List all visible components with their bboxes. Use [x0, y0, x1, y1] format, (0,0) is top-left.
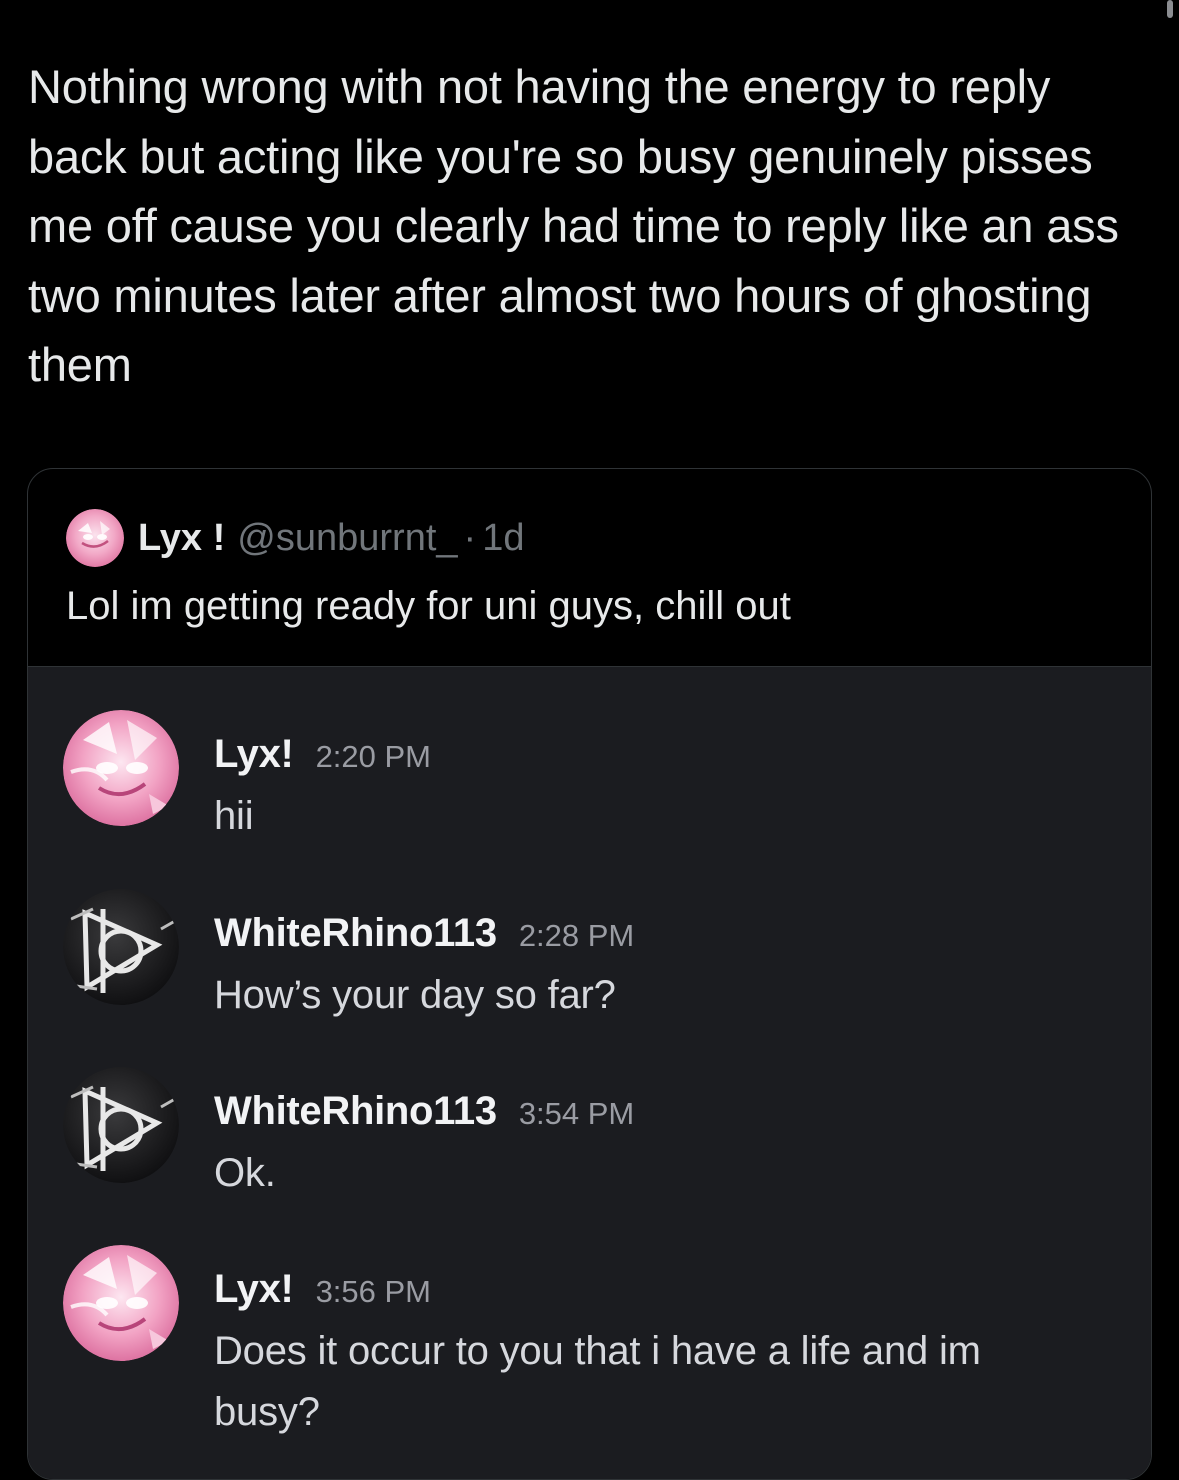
quoted-tweet-card[interactable]: Lyx ! @sunburrnt_ · 1d Lol im getting re… [27, 468, 1152, 1480]
scroll-indicator[interactable] [1167, 0, 1173, 18]
tweet-text: Nothing wrong with not having the energy… [28, 60, 1119, 391]
separator-dot: · [463, 516, 477, 559]
quoted-tweet-text: Lol im getting ready for uni guys, chill… [66, 584, 791, 628]
chat-username: Lyx! [214, 1267, 294, 1311]
pink-anime-avatar-icon [63, 710, 179, 826]
chat-timestamp: 3:54 PM [518, 1096, 635, 1131]
chat-message-header: Lyx! 2:20 PM [214, 732, 431, 777]
chat-username: WhiteRhino113 [214, 911, 497, 955]
deathly-hallows-avatar-icon [63, 1067, 179, 1183]
chat-timestamp: 2:28 PM [518, 918, 635, 953]
chat-message-header: Lyx! 3:56 PM [214, 1267, 431, 1312]
chat-message-text: hii [214, 794, 254, 838]
chat-message-text: Does it occur to you that i have a life … [214, 1329, 981, 1434]
deathly-hallows-avatar-icon [63, 889, 179, 1005]
chat-message-header: WhiteRhino113 3:54 PM [214, 1089, 634, 1134]
chat-message-text: Ok. [214, 1151, 276, 1195]
chat-username: Lyx! [214, 732, 294, 776]
chat-message-header: WhiteRhino113 2:28 PM [214, 911, 634, 956]
chat-timestamp: 2:20 PM [315, 739, 432, 774]
pink-anime-avatar-icon [63, 1245, 179, 1361]
quoted-tweet-header: Lyx ! @sunburrnt_ · 1d [66, 509, 524, 567]
chat-timestamp: 3:56 PM [315, 1274, 432, 1309]
chat-username: WhiteRhino113 [214, 1089, 497, 1133]
quoted-author-handle[interactable]: @sunburrnt_ [237, 517, 457, 560]
quoted-tweet-timestamp[interactable]: 1d [482, 517, 524, 560]
quoted-author-name[interactable]: Lyx ! [138, 517, 225, 560]
chat-message-text: How’s your day so far? [214, 973, 616, 1017]
chat-screenshot-image[interactable]: Lyx! 2:20 PM hii WhiteRhino113 2:28 PM H… [28, 666, 1151, 1479]
pink-anime-avatar-icon[interactable] [66, 509, 124, 567]
